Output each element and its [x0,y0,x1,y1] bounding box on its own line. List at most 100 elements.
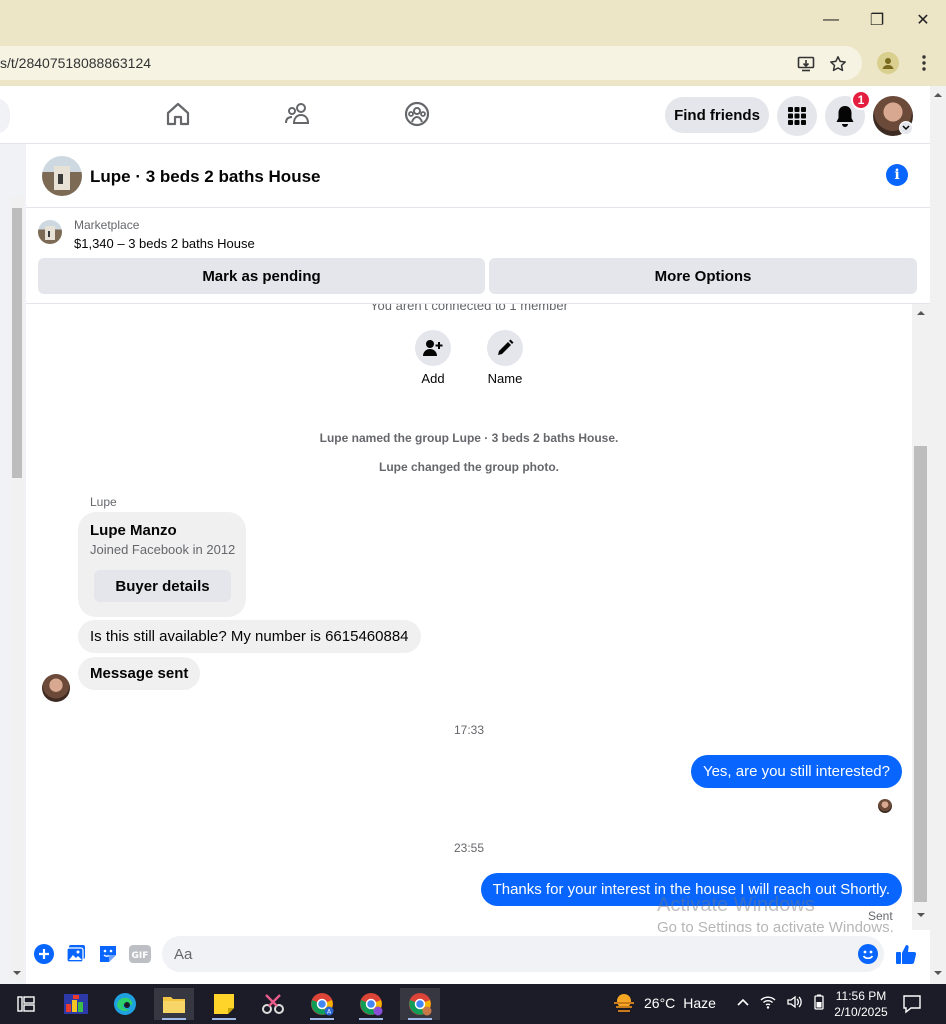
snipping-tool-icon[interactable] [253,988,293,1020]
gif-icon[interactable]: GIF [128,942,152,966]
add-person-icon [423,340,443,356]
facebook-header: Find friends [0,86,930,144]
timestamp: 23:55 [453,841,485,855]
friends-icon[interactable] [284,100,312,128]
scroll-up-arrow-icon[interactable] [916,310,926,316]
system-tray [736,994,826,1010]
system-message: Lupe named the group Lupe · 3 beds 2 bat… [319,431,619,445]
running-indicator [359,1018,383,1020]
left-scrollbar-thumb[interactable] [12,208,22,478]
file-explorer-icon[interactable] [154,988,194,1020]
sticker-icon[interactable] [96,942,120,966]
weather-condition: Haze [683,995,716,1011]
url-text[interactable]: s/t/28407518088863124 [0,55,151,71]
bookmark-star-icon[interactable] [828,54,848,74]
group-photo[interactable] [42,156,82,196]
battery-icon[interactable] [812,994,826,1010]
sticky-notes-icon[interactable] [204,988,244,1020]
incoming-message[interactable]: Message sent [78,657,201,690]
system-message: Lupe changed the group photo. [379,460,559,474]
temperature: 26°C [644,995,676,1011]
name-label: Name [487,371,523,386]
activation-watermark-title: Activate Windows [657,894,815,916]
browser-profile-icon[interactable] [877,52,899,74]
chrome-profile-a-icon[interactable]: A [302,988,342,1020]
like-thumb-icon[interactable] [894,942,918,966]
browser-title-bar: — ❐ ✕ [0,0,946,40]
groups-icon[interactable] [403,100,431,128]
emoji-icon[interactable] [856,942,880,966]
minimize-button[interactable]: — [818,8,844,32]
plus-circle-icon[interactable] [32,942,56,966]
notification-center-icon[interactable] [902,994,924,1014]
add-member-button[interactable] [415,330,451,366]
clock-time: 11:56 PM [835,989,887,1003]
marketplace-listing-panel: Marketplace $1,340 – 3 beds 2 baths Hous… [26,208,930,304]
system-clock[interactable]: 11:56 PM 2/10/2025 [830,988,892,1020]
svg-text:GIF: GIF [132,951,149,961]
browser-menu-icon[interactable] [914,52,934,74]
restore-button[interactable]: ❐ [864,8,890,32]
page-scrollbar[interactable] [930,86,946,984]
chrome-profile-c-icon[interactable] [400,988,440,1020]
page-scroll-up-icon[interactable] [933,92,943,98]
chevron-down-icon[interactable] [899,121,913,135]
home-icon[interactable] [164,100,192,128]
close-window-button[interactable]: ✕ [910,8,936,32]
marketplace-label: Marketplace [74,218,140,232]
search-pill[interactable] [0,98,10,134]
mark-as-pending-button[interactable]: Mark as pending [38,258,485,294]
read-receipt-avatar [878,799,892,813]
left-scroll-down-icon[interactable] [12,970,22,976]
sender-avatar[interactable] [42,674,70,702]
left-scrollbar[interactable] [10,196,24,980]
scroll-down-arrow-icon[interactable] [916,912,926,918]
running-indicator [162,1018,186,1020]
notification-badge: 1 [851,90,871,110]
buyer-details-button[interactable]: Buyer details [94,570,231,602]
install-app-icon[interactable] [796,54,816,74]
wifi-icon[interactable] [760,994,776,1010]
running-indicator [310,1018,334,1020]
haze-sun-icon [614,994,634,1012]
sender-name: Lupe [90,495,117,509]
activation-watermark-text: Go to Settings to activate Windows. [657,919,894,932]
listing-price-title[interactable]: $1,340 – 3 beds 2 baths House [74,236,255,251]
message-input[interactable] [162,936,884,972]
name-group-button[interactable] [487,330,523,366]
outgoing-message[interactable]: Yes, are you still interested? [690,755,902,788]
address-bar[interactable]: s/t/28407518088863124 [0,46,862,80]
conversation-header: Lupe · 3 beds 2 baths House i [26,144,930,208]
buyer-card: Lupe Manzo Joined Facebook in 2012 Buyer… [78,512,246,617]
bell-icon [836,106,854,127]
grid-icon [788,107,806,125]
edge-browser-icon[interactable] [105,988,145,1020]
volume-icon[interactable] [786,994,802,1010]
page-scroll-down-icon[interactable] [933,970,943,976]
windows-taskbar: A 26°C Haze 11:56 PM 2/10/2025 [0,984,946,1024]
task-view-icon[interactable] [6,988,46,1020]
add-label: Add [421,371,445,386]
timestamp: 17:33 [453,723,485,737]
chrome-profile-b-icon[interactable] [351,988,391,1020]
buyer-name[interactable]: Lupe Manzo [90,522,177,539]
weather-widget[interactable]: 26°C Haze [612,992,716,1014]
game-app-icon[interactable] [56,988,96,1020]
listing-thumbnail[interactable] [38,220,62,244]
connection-note: You aren't connected to 1 member [370,304,568,313]
photo-icon[interactable] [64,942,88,966]
more-options-button[interactable]: More Options [489,258,917,294]
chat-scrollbar[interactable] [912,304,930,930]
info-icon[interactable]: i [886,164,908,186]
chat-scrollbar-thumb[interactable] [914,446,927,902]
running-indicator [212,1018,236,1020]
address-bar-row: s/t/28407518088863124 [0,40,946,86]
find-friends-button[interactable]: Find friends [665,97,769,133]
running-indicator [408,1018,432,1020]
buyer-joined: Joined Facebook in 2012 [90,542,236,557]
incoming-message[interactable]: Is this still available? My number is 66… [78,620,421,653]
message-thread: You aren't connected to 1 member Add Nam… [26,304,912,932]
conversation-title[interactable]: Lupe · 3 beds 2 baths House [90,167,321,187]
menu-grid-button[interactable] [777,96,817,136]
chevron-up-icon[interactable] [736,994,750,1010]
